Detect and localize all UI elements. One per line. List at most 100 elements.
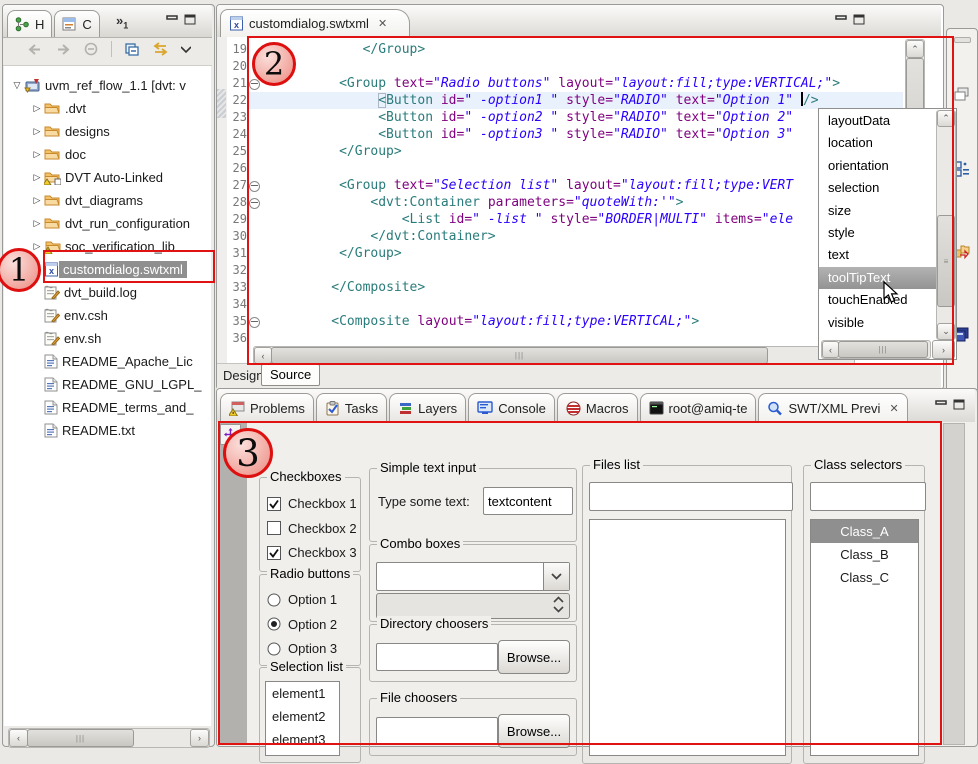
- checkbox-label: Checkbox 1: [288, 496, 357, 511]
- tree-item-dvt-diagrams[interactable]: ▷dvt_diagrams: [4, 189, 211, 211]
- group-files-list: Files list: [582, 465, 792, 764]
- code-editor[interactable]: </Group> <Group text="Radio buttons" lay…: [253, 41, 903, 363]
- class-listbox[interactable]: Class_AClass_BClass_C: [810, 519, 919, 756]
- minimize-icon[interactable]: [835, 14, 847, 25]
- tree-item-env-csh[interactable]: env.csh: [4, 304, 211, 326]
- sync-arrows-icon[interactable]: [152, 42, 169, 56]
- simple-text-input[interactable]: textcontent: [483, 487, 573, 515]
- tab-close-icon[interactable]: ✕: [889, 402, 898, 415]
- view-tab-macros[interactable]: Macros: [557, 393, 638, 422]
- tree-item-designs[interactable]: ▷designs: [4, 120, 211, 142]
- directory-browse-button[interactable]: Browse...: [498, 640, 570, 674]
- class-list-item-class_a[interactable]: Class_A: [811, 520, 918, 543]
- combo-dropdown-button[interactable]: [543, 563, 569, 590]
- tree-item-soc-verification-lib[interactable]: ▷soc_verification_lib: [4, 235, 211, 257]
- completion-item-touchenabled[interactable]: touchEnabled: [819, 289, 936, 311]
- expander-icon[interactable]: ▷: [30, 172, 44, 183]
- selection-listbox[interactable]: element1element2element3: [265, 681, 340, 756]
- selection-list-item-element1[interactable]: element1: [266, 682, 339, 705]
- tree-item-readme-apache-lic[interactable]: README_Apache_Lic: [4, 350, 211, 372]
- class-list-item-class_b[interactable]: Class_B: [811, 543, 918, 566]
- maximize-icon[interactable]: [853, 14, 865, 25]
- checkbox-2[interactable]: Checkbox 2: [267, 521, 357, 536]
- maximize-icon[interactable]: [953, 399, 965, 410]
- tree-item-uvm-ref-flow-1-1-dvt-v[interactable]: ▽uvm_ref_flow_1.1 [dvt: v: [4, 74, 211, 96]
- tab-design[interactable]: Design: [223, 368, 263, 383]
- completion-item-style[interactable]: style: [819, 222, 936, 244]
- completion-item-layoutdata[interactable]: layoutData: [819, 110, 936, 132]
- view-tab-console[interactable]: Console: [468, 393, 555, 422]
- tree-item--dvt[interactable]: ▷.dvt: [4, 97, 211, 119]
- expander-icon[interactable]: ▽: [10, 80, 24, 91]
- link-round-icon[interactable]: [83, 42, 99, 56]
- view-tab-layers[interactable]: Layers: [389, 393, 466, 422]
- view-tab-root-amiq-te[interactable]: root@amiq-te: [640, 393, 757, 422]
- tab-close-icon[interactable]: ✕: [378, 17, 387, 30]
- expander-icon[interactable]: ▷: [30, 241, 44, 252]
- tree-item-dvt-run-configuration[interactable]: ▷dvt_run_configuration: [4, 212, 211, 234]
- back-icon[interactable]: [27, 43, 43, 56]
- file-browse-button[interactable]: Browse...: [498, 714, 570, 748]
- files-listbox[interactable]: [589, 519, 786, 756]
- radio-option-3[interactable]: Option 3: [267, 641, 337, 656]
- completion-item-orientation[interactable]: orientation: [819, 155, 936, 177]
- completion-item-size[interactable]: size: [819, 200, 936, 222]
- explorer-tab-c[interactable]: C: [54, 10, 99, 37]
- completion-item-text[interactable]: text: [819, 244, 936, 266]
- completion-item-tooltiptext[interactable]: toolTipText: [819, 267, 936, 289]
- minimize-icon[interactable]: [166, 14, 178, 25]
- tab-source[interactable]: Source: [261, 364, 320, 386]
- expander-icon[interactable]: ▷: [30, 149, 44, 160]
- maximize-icon[interactable]: [184, 14, 196, 25]
- tree-item-readme-gnu-lgpl-[interactable]: README_GNU_LGPL_: [4, 373, 211, 395]
- editor-tab-customdialog[interactable]: x customdialog.swtxml ✕: [220, 9, 410, 37]
- view-tab-swt-xml-previ[interactable]: SWT/XML Previ✕: [758, 393, 907, 422]
- editor-tab-label: customdialog.swtxml: [249, 16, 369, 31]
- strip-drag-handle[interactable]: [954, 37, 971, 43]
- explorer-hscrollbar[interactable]: ‹ ||| ›: [8, 728, 210, 748]
- tree-item-doc[interactable]: ▷doc: [4, 143, 211, 165]
- dropdown-hscrollbar[interactable]: ‹ |||: [821, 340, 931, 359]
- directory-input[interactable]: [376, 643, 498, 671]
- expander-icon[interactable]: ▷: [30, 126, 44, 137]
- view-tab-tasks[interactable]: Tasks: [316, 393, 387, 422]
- class-list-item-class_c[interactable]: Class_C: [811, 566, 918, 589]
- collapse-all-icon[interactable]: [124, 42, 140, 56]
- radio-label: Option 3: [288, 641, 337, 656]
- tab-overflow-indicator[interactable]: »1: [116, 13, 128, 31]
- view-tab-problems[interactable]: Problems: [220, 393, 314, 422]
- forward-icon[interactable]: [55, 43, 71, 56]
- code-line-29: <List id=" -list " style="BORDER|MULTI" …: [253, 211, 793, 228]
- view-menu-icon[interactable]: [181, 46, 191, 53]
- restore-views-icon[interactable]: [954, 87, 969, 101]
- dropdown-hscroll-right[interactable]: ›: [932, 340, 955, 359]
- checkbox-1[interactable]: Checkbox 1: [267, 496, 357, 511]
- completion-item-visible[interactable]: visible: [819, 312, 936, 334]
- radio-option-2[interactable]: Option 2: [267, 617, 337, 632]
- dropdown-vscrollbar[interactable]: ⌃ ⌄ ≡: [936, 110, 956, 340]
- tree-item-dvt-auto-linked[interactable]: ▷DVT Auto-Linked: [4, 166, 211, 188]
- explorer-tab-h[interactable]: H: [7, 10, 52, 37]
- completion-item-selection[interactable]: selection: [819, 177, 936, 199]
- minimize-icon[interactable]: [935, 399, 947, 410]
- expander-icon[interactable]: ▷: [30, 195, 44, 206]
- folder-icon: [44, 193, 61, 207]
- design-source-bar: [217, 363, 941, 389]
- radio-option-1[interactable]: Option 1: [267, 592, 337, 607]
- expander-icon[interactable]: ▷: [30, 103, 44, 114]
- file-input[interactable]: [376, 717, 498, 745]
- selection-list-item-element2[interactable]: element2: [266, 705, 339, 728]
- files-filter-input[interactable]: [589, 482, 793, 511]
- checkbox-3[interactable]: Checkbox 3: [267, 545, 357, 560]
- completion-item-location[interactable]: location: [819, 132, 936, 154]
- tree-item-readme-txt[interactable]: README.txt: [4, 419, 211, 441]
- class-filter-input[interactable]: [810, 482, 926, 511]
- tree-item-readme-terms-and-[interactable]: README_terms_and_: [4, 396, 211, 418]
- preview-right-scroll-strip[interactable]: [943, 423, 965, 745]
- selection-list-item-element3[interactable]: element3: [266, 728, 339, 751]
- tree-item-env-sh[interactable]: env.sh: [4, 327, 211, 349]
- combo-spinner-button[interactable]: [553, 595, 564, 618]
- group-title: Class selectors: [811, 457, 905, 472]
- combo-box-1[interactable]: [376, 562, 570, 591]
- expander-icon[interactable]: ▷: [30, 218, 44, 229]
